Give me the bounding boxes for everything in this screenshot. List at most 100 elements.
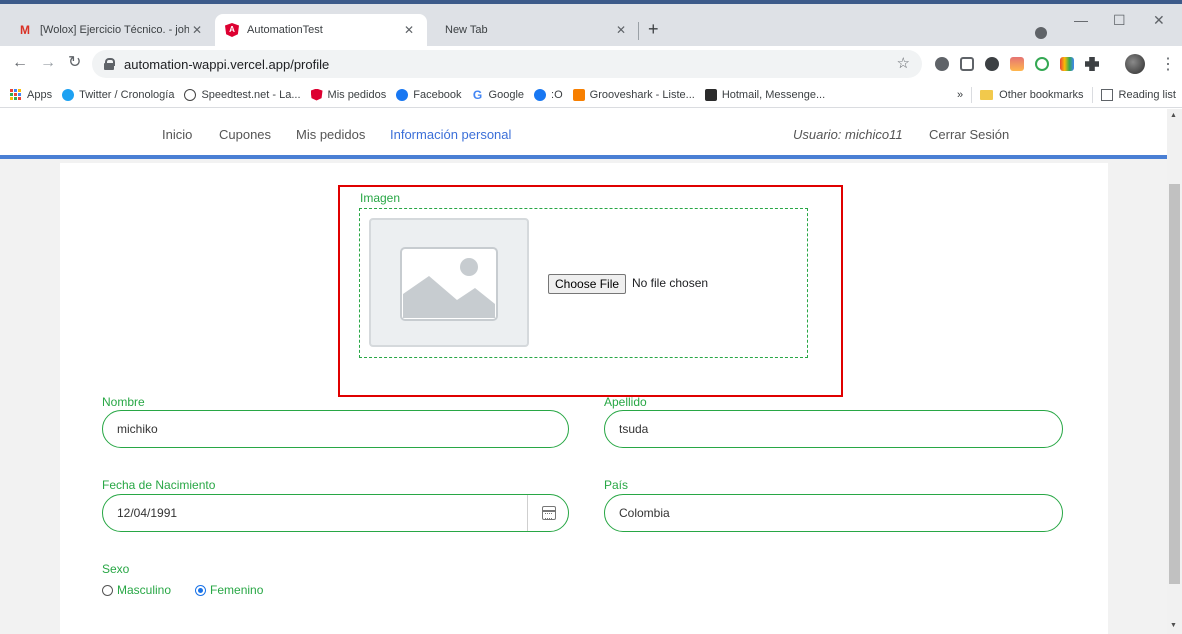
fecha-nacimiento-label: Fecha de Nacimiento	[102, 478, 216, 492]
new-tab-button[interactable]: +	[648, 20, 659, 38]
choose-file-button[interactable]: Choose File	[548, 274, 627, 294]
radio-femenino[interactable]: Femenino	[195, 583, 263, 597]
bookmark-label: Grooveshark - Liste...	[589, 88, 695, 101]
nombre-input[interactable]: michiko	[102, 410, 569, 448]
menu-kebab-icon[interactable]: ⋮	[1160, 54, 1176, 74]
google-icon: G	[472, 87, 483, 102]
nav-link-informacion-personal[interactable]: Información personal	[390, 127, 511, 142]
speedtest-icon	[184, 88, 197, 101]
scroll-up-icon[interactable]: ▲	[1170, 112, 1177, 119]
sexo-radio-group: Masculino Femenino	[102, 583, 287, 597]
facebook-icon	[396, 88, 409, 101]
browser-profile-icon[interactable]	[1035, 27, 1047, 39]
calendar-icon[interactable]	[542, 506, 556, 520]
close-icon[interactable]: ✕	[189, 23, 205, 37]
scroll-thumb[interactable]	[1169, 184, 1180, 584]
bookmarks-right: » Other bookmarks Reading list	[957, 82, 1176, 108]
image-label: Imagen	[360, 191, 401, 205]
bookmark-facebook[interactable]: Facebook	[396, 88, 462, 101]
bookmark-apps[interactable]: Apps	[10, 88, 53, 101]
extension-icon[interactable]	[1010, 57, 1024, 71]
bookmark-label: Google	[488, 88, 525, 101]
sexo-label: Sexo	[102, 562, 130, 576]
pais-value: Colombia	[619, 506, 670, 520]
apellido-value: tsuda	[619, 422, 649, 436]
folder-icon	[980, 90, 994, 100]
close-window-button[interactable]: ✕	[1153, 12, 1165, 29]
apellido-input[interactable]: tsuda	[604, 410, 1063, 448]
maximize-button[interactable]: ☐	[1113, 12, 1126, 29]
bookmark-speedtest[interactable]: Speedtest.net - La...	[184, 88, 301, 101]
nombre-label: Nombre	[102, 395, 145, 409]
extension-icon[interactable]	[935, 57, 949, 71]
apps-grid-icon	[10, 88, 22, 101]
bookmark-label: Twitter / Cronología	[79, 88, 175, 101]
tab-title: AutomationTest	[247, 24, 323, 36]
bookmark-label: Mis pedidos	[327, 88, 387, 101]
close-icon[interactable]: ✕	[401, 23, 417, 37]
page-scrollbar[interactable]: ▲ ▼	[1167, 109, 1182, 634]
pais-label: País	[604, 478, 629, 492]
tab-wolox[interactable]: M [Wolox] Ejercicio Técnico. - johnd ✕	[8, 14, 215, 46]
color-extension-icon[interactable]	[1060, 57, 1074, 71]
window-top-border	[0, 0, 1182, 4]
divider	[1091, 87, 1093, 103]
nav-link-mis-pedidos[interactable]: Mis pedidos	[296, 127, 365, 142]
close-icon[interactable]: ✕	[613, 23, 629, 37]
browser-tab-strip: M [Wolox] Ejercicio Técnico. - johnd ✕ A…	[0, 0, 1182, 46]
forward-arrow-icon[interactable]: →	[40, 54, 56, 72]
camera-extension-icon[interactable]	[960, 57, 974, 71]
image-placeholder-icon	[400, 247, 498, 321]
angular-icon: A	[225, 23, 239, 37]
tab-title: New Tab	[445, 24, 488, 36]
back-arrow-icon[interactable]: ←	[12, 54, 28, 72]
reading-list-icon	[1100, 89, 1113, 101]
bookmark-label: Apps	[27, 88, 53, 101]
tab-title: [Wolox] Ejercicio Técnico. - johnd	[40, 24, 189, 36]
image-placeholder	[369, 218, 529, 347]
divider	[971, 87, 973, 103]
pais-input[interactable]: Colombia	[604, 494, 1063, 532]
app-navbar: Inicio Cupones Mis pedidos Información p…	[0, 109, 1167, 159]
browser-toolbar: ← → ↻ automation-wappi.vercel.app/profil…	[0, 46, 1182, 82]
bookmark-o[interactable]: :O	[534, 88, 563, 101]
nav-link-cupones[interactable]: Cupones	[219, 127, 271, 142]
reload-icon[interactable]: ↻	[68, 54, 81, 72]
bookmark-google[interactable]: G Google	[472, 89, 524, 101]
radio-button[interactable]	[102, 584, 113, 596]
radio-button-checked[interactable]	[195, 584, 207, 596]
bookmark-grooveshark[interactable]: Grooveshark - Liste...	[572, 88, 695, 101]
minimize-button[interactable]: —	[1074, 12, 1088, 28]
other-bookmarks-button[interactable]: Other bookmarks	[999, 89, 1083, 101]
gmail-icon: M	[20, 23, 30, 37]
bookmarks-overflow-button[interactable]: »	[957, 89, 963, 101]
tab-new-tab[interactable]: New Tab ✕	[427, 14, 639, 46]
facebook-icon	[534, 88, 547, 101]
grooveshark-icon	[572, 88, 585, 101]
tab-automationtest[interactable]: A AutomationTest ✕	[215, 14, 427, 46]
nav-link-inicio[interactable]: Inicio	[162, 127, 192, 142]
puzzle-extensions-icon[interactable]	[1085, 57, 1099, 71]
nav-username: Usuario: michico11	[793, 127, 903, 142]
extension-icon[interactable]	[985, 57, 999, 71]
no-file-chosen-text: No file chosen	[632, 276, 709, 290]
angular-icon	[310, 88, 323, 101]
url-text: automation-wappi.vercel.app/profile	[124, 56, 330, 72]
reading-list-button[interactable]: Reading list	[1119, 89, 1176, 101]
radio-masculino[interactable]: Masculino	[102, 583, 171, 597]
scroll-down-icon[interactable]: ▼	[1170, 622, 1177, 629]
address-bar[interactable]: automation-wappi.vercel.app/profile ☆	[92, 50, 922, 78]
bookmark-label: :O	[551, 88, 563, 101]
bookmark-label: Speedtest.net - La...	[201, 88, 301, 101]
bookmark-twitter[interactable]: Twitter / Cronología	[62, 88, 175, 101]
bookmark-star-icon[interactable]: ☆	[897, 54, 910, 72]
bookmark-mis-pedidos[interactable]: Mis pedidos	[310, 88, 387, 101]
user-avatar[interactable]	[1125, 54, 1145, 74]
radio-label: Femenino	[210, 583, 264, 597]
fecha-nacimiento-input[interactable]: 12/04/1991	[102, 494, 569, 532]
bookmark-hotmail[interactable]: Hotmail, Messenge...	[704, 88, 825, 101]
bookmarks-bar: Apps Twitter / Cronología Speedtest.net …	[0, 82, 1182, 108]
extension-icon[interactable]	[1035, 57, 1049, 71]
nombre-value: michiko	[117, 422, 158, 436]
logout-link[interactable]: Cerrar Sesión	[929, 127, 1009, 142]
